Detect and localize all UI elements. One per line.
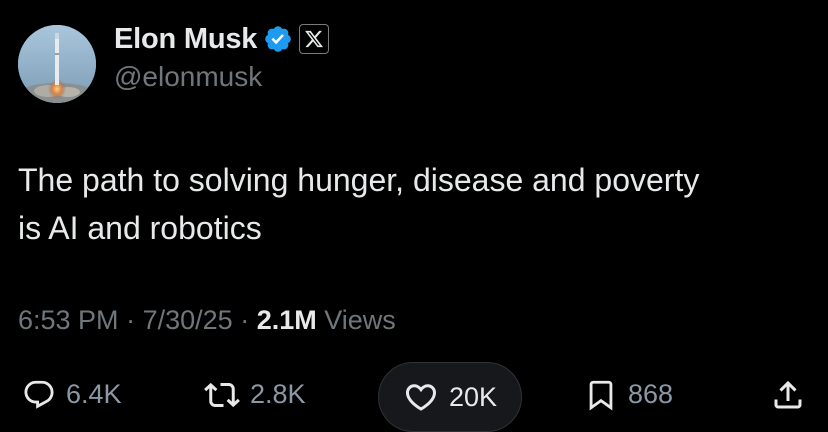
views-count[interactable]: 2.1M bbox=[257, 305, 317, 335]
meta-separator: · bbox=[240, 305, 250, 335]
repost-count: 2.8K bbox=[250, 379, 306, 409]
name-row: Elon Musk bbox=[114, 20, 330, 58]
bookmark-icon bbox=[589, 380, 613, 410]
timestamp-date[interactable]: 7/30/25 bbox=[143, 305, 233, 335]
action-bar: 6.4K 2.8K 20K 868 bbox=[0, 362, 828, 432]
bookmark-button[interactable]: 868 bbox=[584, 362, 673, 427]
repost-button[interactable]: 2.8K bbox=[204, 362, 306, 427]
tweet-text-line: is AI and robotics bbox=[18, 210, 262, 246]
x-logo-icon[interactable] bbox=[299, 24, 330, 54]
like-button[interactable]: 20K bbox=[378, 362, 522, 432]
reply-button[interactable]: 6.4K bbox=[22, 362, 122, 427]
display-name[interactable]: Elon Musk bbox=[114, 23, 257, 56]
views-label: Views bbox=[324, 305, 396, 335]
share-button[interactable] bbox=[770, 362, 806, 427]
handle[interactable]: @elonmusk bbox=[114, 58, 329, 96]
verified-badge-icon[interactable] bbox=[263, 24, 293, 54]
repost-icon bbox=[204, 382, 240, 407]
avatar[interactable] bbox=[18, 25, 96, 103]
tweet-meta: 6:53 PM · 7/30/25 · 2.1M Views bbox=[18, 302, 396, 338]
bookmark-count: 868 bbox=[628, 379, 674, 409]
reply-icon bbox=[24, 380, 54, 409]
reply-count: 6.4K bbox=[66, 379, 122, 409]
author-block: Elon Musk @elonmusk bbox=[114, 20, 330, 96]
meta-separator: · bbox=[126, 305, 136, 335]
like-count: 20K bbox=[448, 381, 498, 412]
share-icon bbox=[774, 380, 802, 408]
heart-icon bbox=[405, 384, 436, 411]
tweet-text-line: The path to solving hunger, disease and … bbox=[18, 162, 700, 198]
tweet-card: Elon Musk @elonmusk The path to solving … bbox=[0, 0, 828, 432]
rocket-launch-image bbox=[18, 25, 96, 103]
timestamp-time[interactable]: 6:53 PM bbox=[18, 305, 119, 335]
tweet-text: The path to solving hunger, disease and … bbox=[18, 156, 808, 252]
